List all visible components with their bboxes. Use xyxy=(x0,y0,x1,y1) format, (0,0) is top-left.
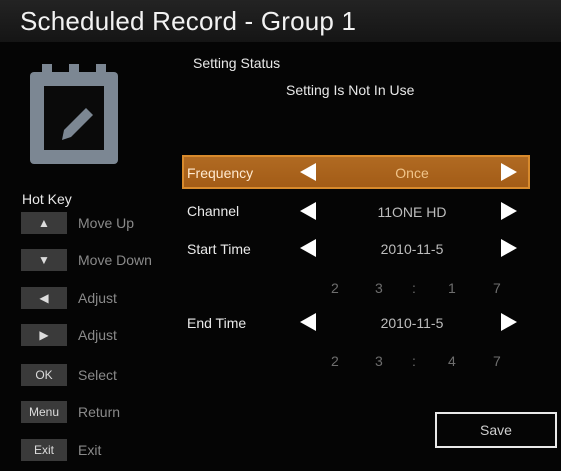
arrow-left-icon[interactable] xyxy=(300,239,316,257)
time-separator: : xyxy=(412,280,416,296)
hotkey-label: Adjust xyxy=(78,327,117,343)
end-time-label: End Time xyxy=(187,315,247,331)
arrow-right-icon[interactable] xyxy=(501,202,517,220)
hotkey-select: OK Select xyxy=(21,363,117,387)
arrow-left-icon[interactable] xyxy=(300,202,316,220)
end-date-value: 2010-11-5 xyxy=(380,315,444,331)
time-digit: 3 xyxy=(375,353,383,369)
title-bar: Scheduled Record - Group 1 xyxy=(0,0,561,42)
hotkey-label: Exit xyxy=(78,442,102,458)
arrow-up-icon: ▲ xyxy=(21,212,67,234)
exit-key: Exit xyxy=(21,439,67,461)
arrow-right-icon: ▶ xyxy=(21,324,67,346)
time-digit: 4 xyxy=(448,353,456,369)
frequency-value: Once xyxy=(395,165,429,181)
setting-status-heading: Setting Status xyxy=(193,55,281,71)
hotkey-move-down: ▼ Move Down xyxy=(21,248,152,272)
hotkey-label: Adjust xyxy=(78,290,117,306)
time-digit: 1 xyxy=(448,280,456,296)
time-digit: 2 xyxy=(331,280,339,296)
frequency-label: Frequency xyxy=(187,165,254,181)
hotkey-move-up: ▲ Move Up xyxy=(21,211,134,235)
channel-value: 11ONE HD xyxy=(377,204,447,220)
hotkey-label: Move Down xyxy=(78,252,152,268)
hotkey-adjust-right: ▶ Adjust xyxy=(21,323,117,347)
menu-key: Menu xyxy=(21,401,67,423)
page-title: Scheduled Record - Group 1 xyxy=(20,6,357,36)
arrow-left-icon[interactable] xyxy=(300,163,316,181)
time-digit: 3 xyxy=(375,280,383,296)
setting-status-value: Setting Is Not In Use xyxy=(286,82,415,98)
hotkey-exit: Exit Exit xyxy=(21,438,101,462)
hotkey-label: Select xyxy=(78,367,117,383)
hotkey-label: Return xyxy=(78,404,121,420)
arrow-down-icon: ▼ xyxy=(21,249,67,271)
start-time-label: Start Time xyxy=(187,241,251,257)
start-date-value: 2010-11-5 xyxy=(380,241,444,257)
calendar-edit-icon xyxy=(28,58,120,173)
time-separator: : xyxy=(412,353,416,369)
arrow-left-icon: ◀ xyxy=(21,287,67,309)
hotkey-return: Menu Return xyxy=(21,400,120,424)
hotkey-title: Hot Key xyxy=(22,191,72,207)
scheduled-record-screen: Scheduled Record - Group 1 Setting Statu… xyxy=(0,0,561,471)
hotkey-label: Move Up xyxy=(78,215,135,231)
arrow-left-icon[interactable] xyxy=(300,313,316,331)
hotkey-adjust-left: ◀ Adjust xyxy=(21,286,117,310)
ok-key: OK xyxy=(21,364,67,386)
time-digit: 2 xyxy=(331,353,339,369)
arrow-right-icon[interactable] xyxy=(501,239,517,257)
arrow-right-icon[interactable] xyxy=(501,163,517,181)
arrow-right-icon[interactable] xyxy=(501,313,517,331)
save-button[interactable]: Save xyxy=(435,412,557,448)
time-digit: 7 xyxy=(493,353,501,369)
time-digit: 7 xyxy=(493,280,501,296)
channel-label: Channel xyxy=(187,203,240,219)
